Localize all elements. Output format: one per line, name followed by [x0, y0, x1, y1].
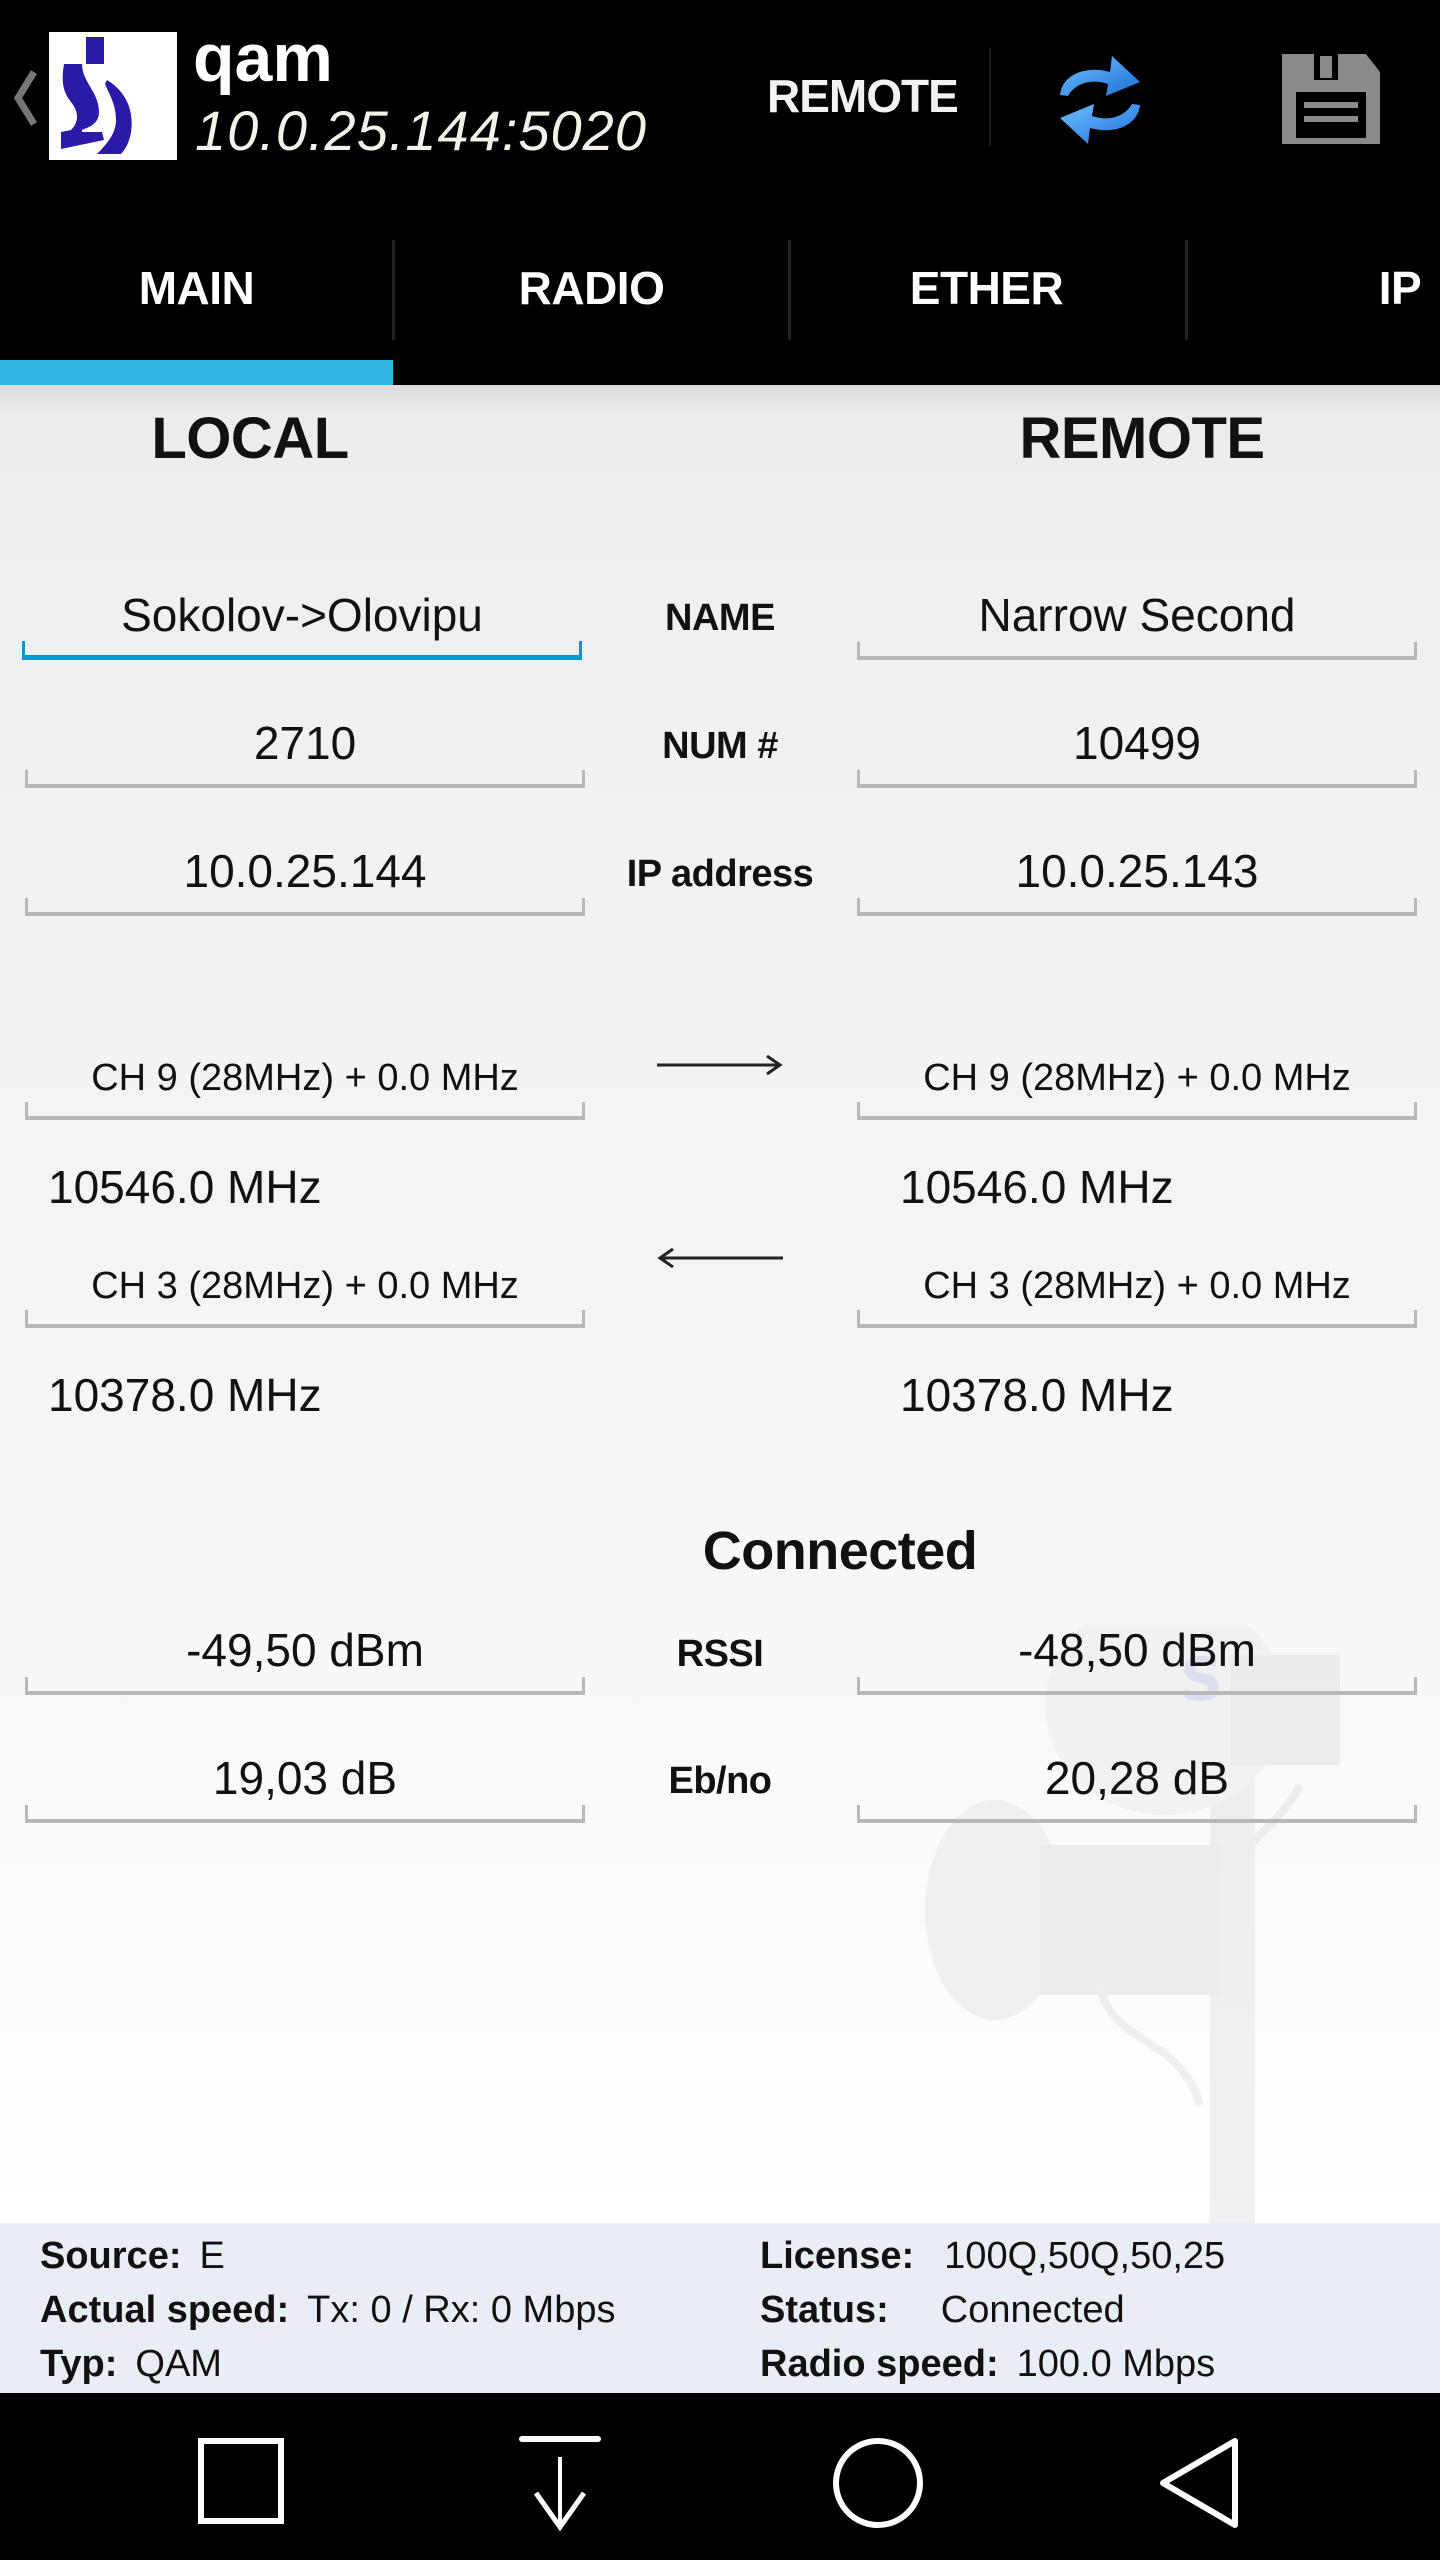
info-status: Status: Connected — [760, 2283, 1125, 2337]
tab-radio[interactable]: RADIO — [395, 230, 788, 385]
local-rx-channel-value: CH 3 (28MHz) + 0.0 MHz — [91, 1265, 519, 1307]
num-label: NUM # — [662, 725, 778, 767]
back-icon[interactable] — [1135, 2423, 1255, 2543]
download-icon[interactable] — [500, 2423, 620, 2543]
system-nav-bar — [0, 2393, 1440, 2560]
remote-tx-channel-value: CH 9 (28MHz) + 0.0 MHz — [923, 1057, 1351, 1099]
info-label: Actual speed: — [40, 2289, 290, 2331]
remote-ebno-field: 20,28 dB — [857, 1743, 1417, 1823]
local-ip-input[interactable]: 10.0.25.144 — [25, 836, 585, 916]
info-radio-speed: Radio speed: 100.0 Mbps — [760, 2337, 1215, 2391]
app-logo[interactable] — [49, 32, 177, 160]
info-label: Radio speed: — [760, 2343, 999, 2385]
remote-tx-frequency: 10546.0 MHz — [900, 1161, 1174, 1213]
antenna-illustration: S — [925, 1625, 1340, 2223]
local-rssi-value: -49,50 dBm — [186, 1624, 424, 1676]
local-rssi-field: -49,50 dBm — [25, 1615, 585, 1695]
remote-num-value: 10499 — [1073, 717, 1201, 769]
ebno-label: Eb/no — [668, 1760, 772, 1802]
refresh-icon[interactable] — [1040, 40, 1160, 160]
remote-ip-value: 10.0.25.143 — [1015, 845, 1259, 897]
remote-ebno-value: 20,28 dB — [1044, 1752, 1230, 1804]
remote-name-value: Narrow Second — [978, 589, 1296, 641]
remote-tx-channel-select[interactable]: CH 9 (28MHz) + 0.0 MHz — [857, 1040, 1417, 1120]
remote-rssi-field: -48,50 dBm — [857, 1615, 1417, 1695]
info-license: License: 100Q,50Q,50,25 — [760, 2229, 1225, 2283]
info-label: Source: — [40, 2235, 182, 2277]
tab-ether[interactable]: ETHER — [790, 230, 1183, 385]
local-rx-channel-select[interactable]: CH 3 (28MHz) + 0.0 MHz — [25, 1248, 585, 1328]
home-icon[interactable] — [818, 2423, 938, 2543]
local-ip-value: 10.0.25.144 — [183, 845, 427, 897]
info-value: 100.0 Mbps — [1016, 2343, 1216, 2385]
remote-ip-input[interactable]: 10.0.25.143 — [857, 836, 1417, 916]
info-label: License: — [760, 2235, 915, 2277]
link-status-heading: Connected — [702, 1521, 978, 1581]
remote-rx-frequency: 10378.0 MHz — [900, 1369, 1174, 1421]
chevron-left-icon[interactable] — [12, 68, 38, 128]
local-tx-frequency: 10546.0 MHz — [48, 1161, 322, 1213]
device-address: 10.0.25.144:5020 — [195, 99, 647, 162]
local-num-value: 2710 — [253, 717, 357, 769]
local-name-input[interactable]: Sokolov->Olovipu — [22, 580, 582, 660]
local-tx-channel-select[interactable]: CH 9 (28MHz) + 0.0 MHz — [25, 1040, 585, 1120]
action-bar: qam 10.0.25.144:5020 REMOTE — [0, 0, 1440, 230]
selected-tab-indicator — [0, 360, 393, 385]
local-name-value: Sokolov->Olovipu — [121, 589, 483, 641]
remote-rx-channel-value: CH 3 (28MHz) + 0.0 MHz — [923, 1265, 1351, 1307]
left-arrow-icon — [657, 1247, 783, 1269]
info-value: 100Q,50Q,50,25 — [944, 2235, 1226, 2277]
info-actual-speed: Actual speed: Tx: 0 / Rx: 0 Mbps — [40, 2283, 615, 2337]
logo-mark-icon — [61, 37, 132, 154]
remote-name-input[interactable]: Narrow Second — [857, 580, 1417, 660]
app-title: qam — [193, 20, 333, 96]
local-rx-frequency: 10378.0 MHz — [48, 1369, 322, 1421]
local-ebno-field: 19,03 dB — [25, 1743, 585, 1823]
remote-header: REMOTE — [1019, 406, 1265, 471]
actionbar-divider — [989, 48, 991, 146]
info-source: Source: E — [40, 2229, 225, 2283]
local-ebno-value: 19,03 dB — [212, 1752, 398, 1804]
tab-ip[interactable]: IP — [1300, 230, 1440, 385]
tab-bar: MAIN RADIO ETHER IP — [0, 230, 1440, 385]
local-tx-channel-value: CH 9 (28MHz) + 0.0 MHz — [91, 1057, 519, 1099]
remote-button[interactable]: REMOTE — [755, 60, 970, 132]
right-arrow-icon — [657, 1054, 783, 1076]
info-value: E — [199, 2235, 225, 2277]
info-value: QAM — [135, 2343, 222, 2385]
local-num-input[interactable]: 2710 — [25, 708, 585, 788]
rssi-label: RSSI — [676, 1633, 764, 1675]
floppy-save-icon[interactable] — [1270, 40, 1390, 160]
info-value: Connected — [940, 2289, 1125, 2331]
recents-icon[interactable] — [183, 2423, 303, 2543]
tab-divider — [1185, 240, 1188, 340]
name-label: NAME — [665, 597, 775, 639]
info-label: Typ: — [40, 2343, 118, 2385]
local-header: LOCAL — [151, 406, 349, 471]
remote-num-input[interactable]: 10499 — [857, 708, 1417, 788]
info-label: Status: — [760, 2289, 889, 2331]
remote-rssi-value: -48,50 dBm — [1018, 1624, 1256, 1676]
info-type: Typ: QAM — [40, 2337, 222, 2391]
main-panel: S LOCAL REMOTE Sokolov->Olovipu NAME Nar… — [0, 385, 1440, 2223]
info-panel: Source: E Actual speed: Tx: 0 / Rx: 0 Mbps… — [0, 2223, 1440, 2393]
ip-address-label: IP address — [626, 853, 814, 895]
info-value: Tx: 0 / Rx: 0 Mbps — [307, 2289, 616, 2331]
remote-rx-channel-select[interactable]: CH 3 (28MHz) + 0.0 MHz — [857, 1248, 1417, 1328]
